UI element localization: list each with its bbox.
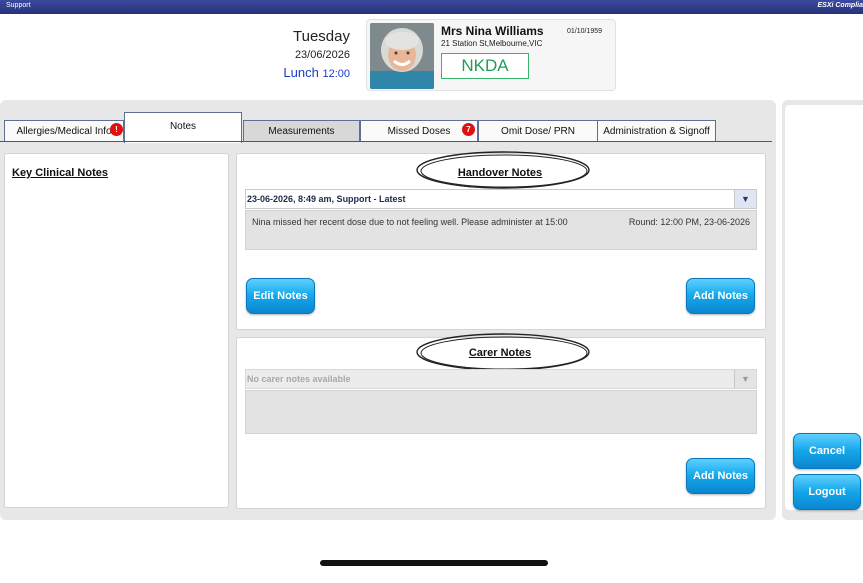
chevron-down-icon[interactable]: ▼ (734, 190, 756, 208)
count-badge: 7 (462, 123, 475, 136)
header: Tuesday 23/06/2026 Lunch 12:00 Mrs Nina … (0, 14, 863, 100)
tab-label: Administration & Signoff (603, 126, 710, 137)
tab-divider (0, 141, 772, 142)
patient-card: Mrs Nina Williams 01/10/1959 21 Station … (366, 19, 616, 91)
tab-notes[interactable]: Notes (124, 112, 242, 143)
handover-note-round: Round: 12:00 PM, 23-06-2026 (628, 217, 750, 227)
title-bar: Support ESXi Complia (0, 0, 863, 14)
handover-note-entry: Nina missed her recent dose due to not f… (245, 210, 757, 250)
tab-label: Missed Doses (387, 126, 451, 137)
carer-notes-select[interactable]: No carer notes available ▼ (245, 369, 757, 389)
day-label: Tuesday (293, 28, 350, 45)
key-clinical-notes-panel (4, 153, 229, 508)
title-bar-brand: ESXi Complia (817, 2, 863, 9)
date-block: Tuesday 23/06/2026 Lunch 12:00 (230, 28, 350, 80)
carer-placeholder: No carer notes available (247, 374, 351, 384)
add-carer-notes-button[interactable]: Add Notes (686, 458, 755, 494)
patient-dob: 01/10/1959 (567, 28, 603, 35)
meal-label: Lunch (283, 65, 319, 80)
app-window: Support ESXi Complia Tuesday 23/06/2026 … (0, 0, 863, 583)
tab-label: Omit Dose/ PRN (501, 126, 575, 137)
handover-notes-title: Handover Notes (457, 167, 543, 179)
handover-notes-select[interactable]: 23-06-2026, 8:49 am, Support - Latest ▼ (245, 189, 757, 209)
tab-missed-doses[interactable]: Missed Doses 7 (360, 120, 478, 142)
home-indicator (320, 560, 548, 566)
patient-name: Mrs Nina Williams (441, 24, 544, 38)
tab-label: Allergies/Medical Info (16, 126, 112, 137)
tab-administration-signoff[interactable]: Administration & Signoff (597, 120, 716, 142)
add-handover-notes-button[interactable]: Add Notes (686, 278, 755, 314)
cancel-button[interactable]: Cancel (793, 433, 861, 469)
tab-bar: Allergies/Medical Info ! Notes Measureme… (0, 112, 772, 143)
edit-notes-button[interactable]: Edit Notes (246, 278, 315, 314)
patient-photo (370, 23, 434, 89)
logout-button[interactable]: Logout (793, 474, 861, 510)
tab-label: Notes (169, 121, 197, 132)
alert-badge: ! (110, 123, 123, 136)
patient-address: 21 Station St,Melbourne,VIC (441, 39, 543, 48)
handover-note-text: Nina missed her recent dose due to not f… (252, 217, 568, 227)
date-label: 23/06/2026 (294, 49, 350, 61)
key-clinical-notes-title: Key Clinical Notes (12, 167, 108, 179)
tab-allergies-medical-info[interactable]: Allergies/Medical Info ! (4, 120, 124, 142)
allergy-status-badge: NKDA (441, 53, 529, 79)
carer-note-entry (245, 390, 757, 434)
tab-omit-dose-prn[interactable]: Omit Dose/ PRN (478, 120, 598, 142)
tab-label: Measurements (268, 126, 335, 137)
carer-notes-title: Carer Notes (468, 347, 532, 359)
meal-time: 12:00 (322, 68, 350, 80)
title-bar-user: Support (6, 2, 31, 9)
chevron-down-icon[interactable]: ▼ (734, 370, 756, 388)
handover-selected-value: 23-06-2026, 8:49 am, Support - Latest (247, 194, 406, 204)
tab-measurements[interactable]: Measurements (243, 120, 360, 142)
meal-round: Lunch 12:00 (230, 65, 350, 80)
